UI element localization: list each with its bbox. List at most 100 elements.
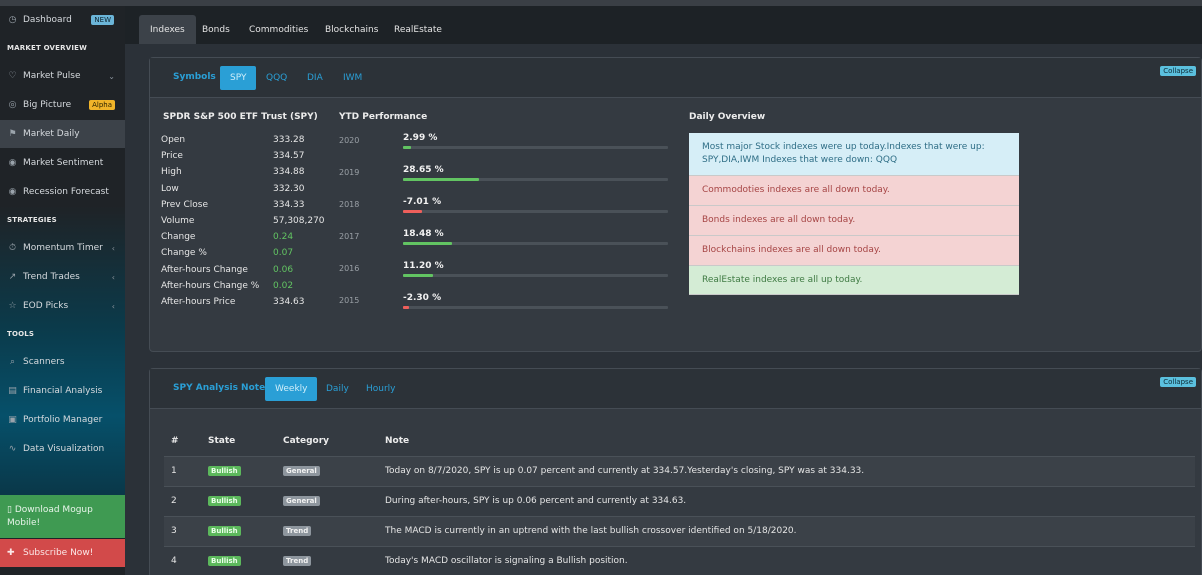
sidebar-item-data-visualization[interactable]: ∿ Data Visualization: [0, 435, 125, 463]
sidebar-item-market-sentiment[interactable]: ◉ Market Sentiment: [0, 149, 125, 177]
eye-icon: ◉: [8, 157, 17, 168]
notes-tab-daily[interactable]: Daily: [316, 377, 359, 401]
sidebar-item-label: Recession Forecast: [23, 187, 109, 197]
sidebar-item-momentum-timer[interactable]: ⏱ Momentum Timer ‹: [0, 234, 125, 262]
ytd-value: 28.65 %: [403, 165, 444, 175]
notes-tab-hourly[interactable]: Hourly: [356, 377, 406, 401]
column-header-number: #: [171, 435, 179, 446]
collapse-button[interactable]: Collapse: [1160, 377, 1196, 387]
table-row: 4 Bullish Trend Today's MACD oscillator is …: [164, 545, 1195, 575]
eye-icon: ◉: [8, 186, 17, 197]
quote-value: 334.88: [273, 167, 305, 178]
line-chart-icon: ↗: [8, 271, 17, 282]
ytd-progress-fill: [403, 210, 422, 213]
timer-icon: ⏱: [8, 242, 17, 253]
new-badge: NEW: [91, 15, 114, 25]
category-badge: General: [283, 466, 320, 476]
sidebar-item-market-pulse[interactable]: ♡ Market Pulse ⌄: [0, 62, 125, 90]
ytd-value: 11.20 %: [403, 261, 444, 271]
mobile-icon: ▯: [7, 505, 15, 515]
sidebar: ◷ Dashboard NEW MARKET OVERVIEW ♡ Market…: [0, 6, 125, 575]
category-cell: General: [283, 485, 385, 516]
note-cell: The MACD is currently in an uptrend with…: [385, 515, 1195, 546]
ytd-year: 2020: [339, 136, 360, 145]
ytd-progress-fill: [403, 242, 452, 245]
sidebar-item-label: Market Sentiment: [23, 158, 104, 168]
ytd-value: -7.01 %: [403, 197, 442, 207]
quote-label: Volume: [161, 216, 195, 226]
state-cell: Bullish: [208, 455, 283, 486]
symbol-tab-iwm[interactable]: IWM: [333, 66, 372, 90]
ytd-progress-fill: [403, 146, 411, 149]
quote-value: 334.63: [273, 297, 305, 307]
gift-icon: ✚: [7, 548, 15, 558]
quote-title: SPDR S&P 500 ETF Trust (SPY): [163, 112, 318, 122]
note-cell: Today on 8/7/2020, SPY is up 0.07 percen…: [385, 455, 1195, 486]
symbol-tab-dia[interactable]: DIA: [297, 66, 333, 90]
sidebar-item-label: Big Picture: [23, 100, 72, 110]
sidebar-item-eod-picks[interactable]: ☆ EOD Picks ‹: [0, 292, 125, 320]
note-cell: Today's MACD oscillator is signaling a B…: [385, 545, 1195, 575]
sidebar-item-label: Data Visualization: [23, 444, 105, 454]
sidebar-item-label: Trend Trades: [23, 272, 80, 282]
tab-indexes[interactable]: Indexes: [139, 15, 196, 44]
sidebar-item-label: Financial Analysis: [23, 386, 103, 396]
overview-alert: Blockchains indexes are all down today.: [689, 236, 1019, 266]
quote-label: After-hours Change %: [161, 280, 260, 291]
download-label: Download Mogup Mobile!: [7, 505, 93, 528]
row-number: 4: [164, 545, 208, 575]
table-row: 3 Bullish Trend The MACD is currently in an…: [164, 515, 1195, 546]
ytd-progress-track: [403, 146, 668, 149]
column-header-note: Note: [385, 435, 410, 446]
tab-commodities[interactable]: Commodities: [238, 15, 319, 44]
symbol-tab-qqq[interactable]: QQQ: [256, 66, 297, 90]
quote-value: 0.02: [273, 280, 294, 291]
overview-alert: Bonds indexes are all down today.: [689, 206, 1019, 236]
sidebar-item-big-picture[interactable]: ◎ Big Picture Alpha: [0, 91, 125, 119]
ytd-year: 2019: [339, 168, 360, 177]
tab-realestate[interactable]: RealEstate: [383, 15, 453, 44]
notes-label: SPY Analysis Notes: [173, 383, 271, 393]
sidebar-item-label: Portfolio Manager: [23, 415, 103, 425]
state-badge: Bullish: [208, 556, 241, 567]
briefcase-icon: ▣: [8, 414, 17, 425]
symbol-tab-spy[interactable]: SPY: [220, 66, 257, 90]
subscribe-button[interactable]: ✚ Subscribe Now!: [0, 539, 125, 567]
overview-alert: Commodoties indexes are all down today.: [689, 176, 1019, 206]
sidebar-item-dashboard[interactable]: ◷ Dashboard NEW: [0, 6, 125, 34]
collapse-button[interactable]: Collapse: [1160, 66, 1196, 76]
quote-label: Open: [161, 135, 186, 145]
table-header-row: # State Category Note: [164, 426, 1195, 456]
ytd-progress-track: [403, 178, 668, 181]
sidebar-item-trend-trades[interactable]: ↗ Trend Trades ‹: [0, 263, 125, 291]
sidebar-item-financial-analysis[interactable]: ▤ Financial Analysis: [0, 377, 125, 405]
ytd-year: 2015: [339, 296, 360, 305]
notes-tab-weekly[interactable]: Weekly: [265, 377, 318, 401]
ytd-progress-track: [403, 274, 668, 277]
heart-icon: ♡: [8, 70, 17, 81]
quote-label: High: [161, 167, 182, 178]
row-number: 1: [164, 455, 208, 486]
ytd-title: YTD Performance: [339, 112, 428, 122]
sidebar-item-recession-forecast[interactable]: ◉ Recession Forecast: [0, 178, 125, 206]
tab-blockchains[interactable]: Blockchains: [314, 15, 389, 44]
sidebar-item-label: EOD Picks: [23, 301, 69, 311]
sidebar-item-portfolio-manager[interactable]: ▣ Portfolio Manager: [0, 406, 125, 434]
download-mobile-button[interactable]: ▯ Download Mogup Mobile!: [0, 495, 125, 538]
section-tools: TOOLS: [7, 330, 35, 338]
quote-label: After-hours Change: [161, 264, 248, 275]
ytd-year: 2017: [339, 232, 360, 241]
ytd-year: 2016: [339, 264, 360, 273]
sidebar-item-market-daily[interactable]: ⚑ Market Daily: [0, 120, 125, 148]
daily-overview-title: Daily Overview: [689, 112, 766, 122]
section-strategies: STRATEGIES: [7, 216, 57, 224]
symbols-panel-header: Symbols SPY QQQ DIA IWM Collapse: [150, 58, 1201, 98]
tab-bonds[interactable]: Bonds: [191, 15, 241, 44]
quote-value: 57,308,270: [273, 216, 325, 226]
chevron-left-icon: ‹: [111, 272, 115, 282]
pulse-icon: ∿: [8, 443, 17, 454]
quote-value: 0.24: [273, 232, 294, 243]
notes-panel-header: SPY Analysis Notes Weekly Daily Hourly C…: [150, 369, 1201, 409]
sidebar-item-scanners[interactable]: ⌕ Scanners: [0, 348, 125, 376]
state-cell: Bullish: [208, 545, 283, 575]
